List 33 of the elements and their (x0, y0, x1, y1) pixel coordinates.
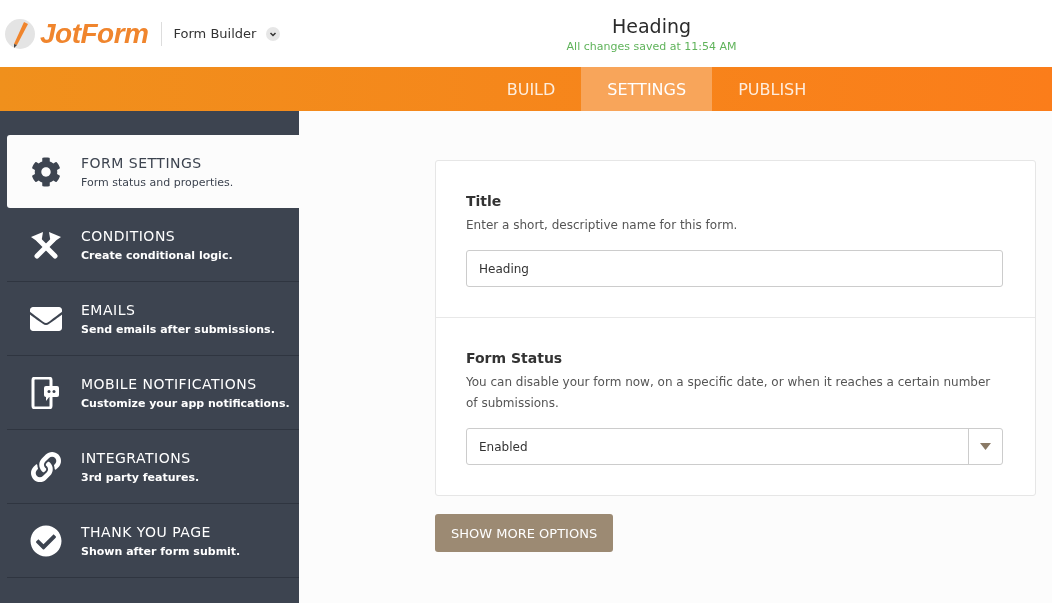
sidebar-item[interactable]: MOBILE NOTIFICATIONS Customize your app notifications. (7, 356, 299, 430)
item-subtitle: Create conditional logic. (81, 248, 233, 262)
field-label: Form Status (466, 350, 564, 366)
field-description: You can disable your form now, on a specific date, or when it reaches a certain number of submissions. (466, 374, 992, 412)
link-icon (31, 451, 61, 482)
sidebar-item[interactable]: INTEGRATIONS 3rd party features. (7, 430, 299, 504)
input-field[interactable]: Heading (466, 250, 1003, 287)
item-subtitle: Form status and properties. (81, 175, 234, 189)
item-subtitle: Send emails after submissions. (81, 322, 275, 336)
crossed-arrows-icon (31, 230, 61, 259)
settings-icon (31, 156, 61, 187)
item-subtitle: Shown after form submit. (81, 544, 241, 558)
app-menu[interactable]: Form Builder (173, 26, 281, 41)
sidebar-item[interactable]: EMAILS Send emails after submissions. (7, 282, 299, 356)
save-status: All changes saved at 11:54 AM (566, 39, 737, 53)
item-title: INTEGRATIONS (81, 449, 192, 466)
sidebar-item[interactable]: THANK YOU PAGE Shown after form submit. (7, 504, 299, 578)
item-title: MOBILE NOTIFICATIONS (81, 375, 258, 392)
pencil-logo-icon (4, 17, 36, 50)
field-description: Enter a short, descriptive name for this form. (466, 217, 739, 234)
sidebar-item[interactable]: FORM SETTINGS Form status and properties. (7, 135, 299, 208)
logo-text: JotForm (40, 17, 149, 50)
form-title: Heading (611, 14, 692, 37)
caret-icon (266, 26, 281, 41)
field-label: Title (466, 193, 503, 209)
item-subtitle: Customize your app notifications. (81, 396, 290, 410)
status-dropdown[interactable]: Enabled (466, 428, 1003, 465)
item-subtitle: 3rd party features. (81, 470, 200, 484)
item-title: FORM SETTINGS (81, 154, 203, 171)
mobile-chat-icon (31, 376, 61, 409)
item-title: THANK YOU PAGE (81, 523, 212, 540)
item-title: CONDITIONS (81, 227, 177, 244)
item-title: EMAILS (81, 301, 137, 318)
